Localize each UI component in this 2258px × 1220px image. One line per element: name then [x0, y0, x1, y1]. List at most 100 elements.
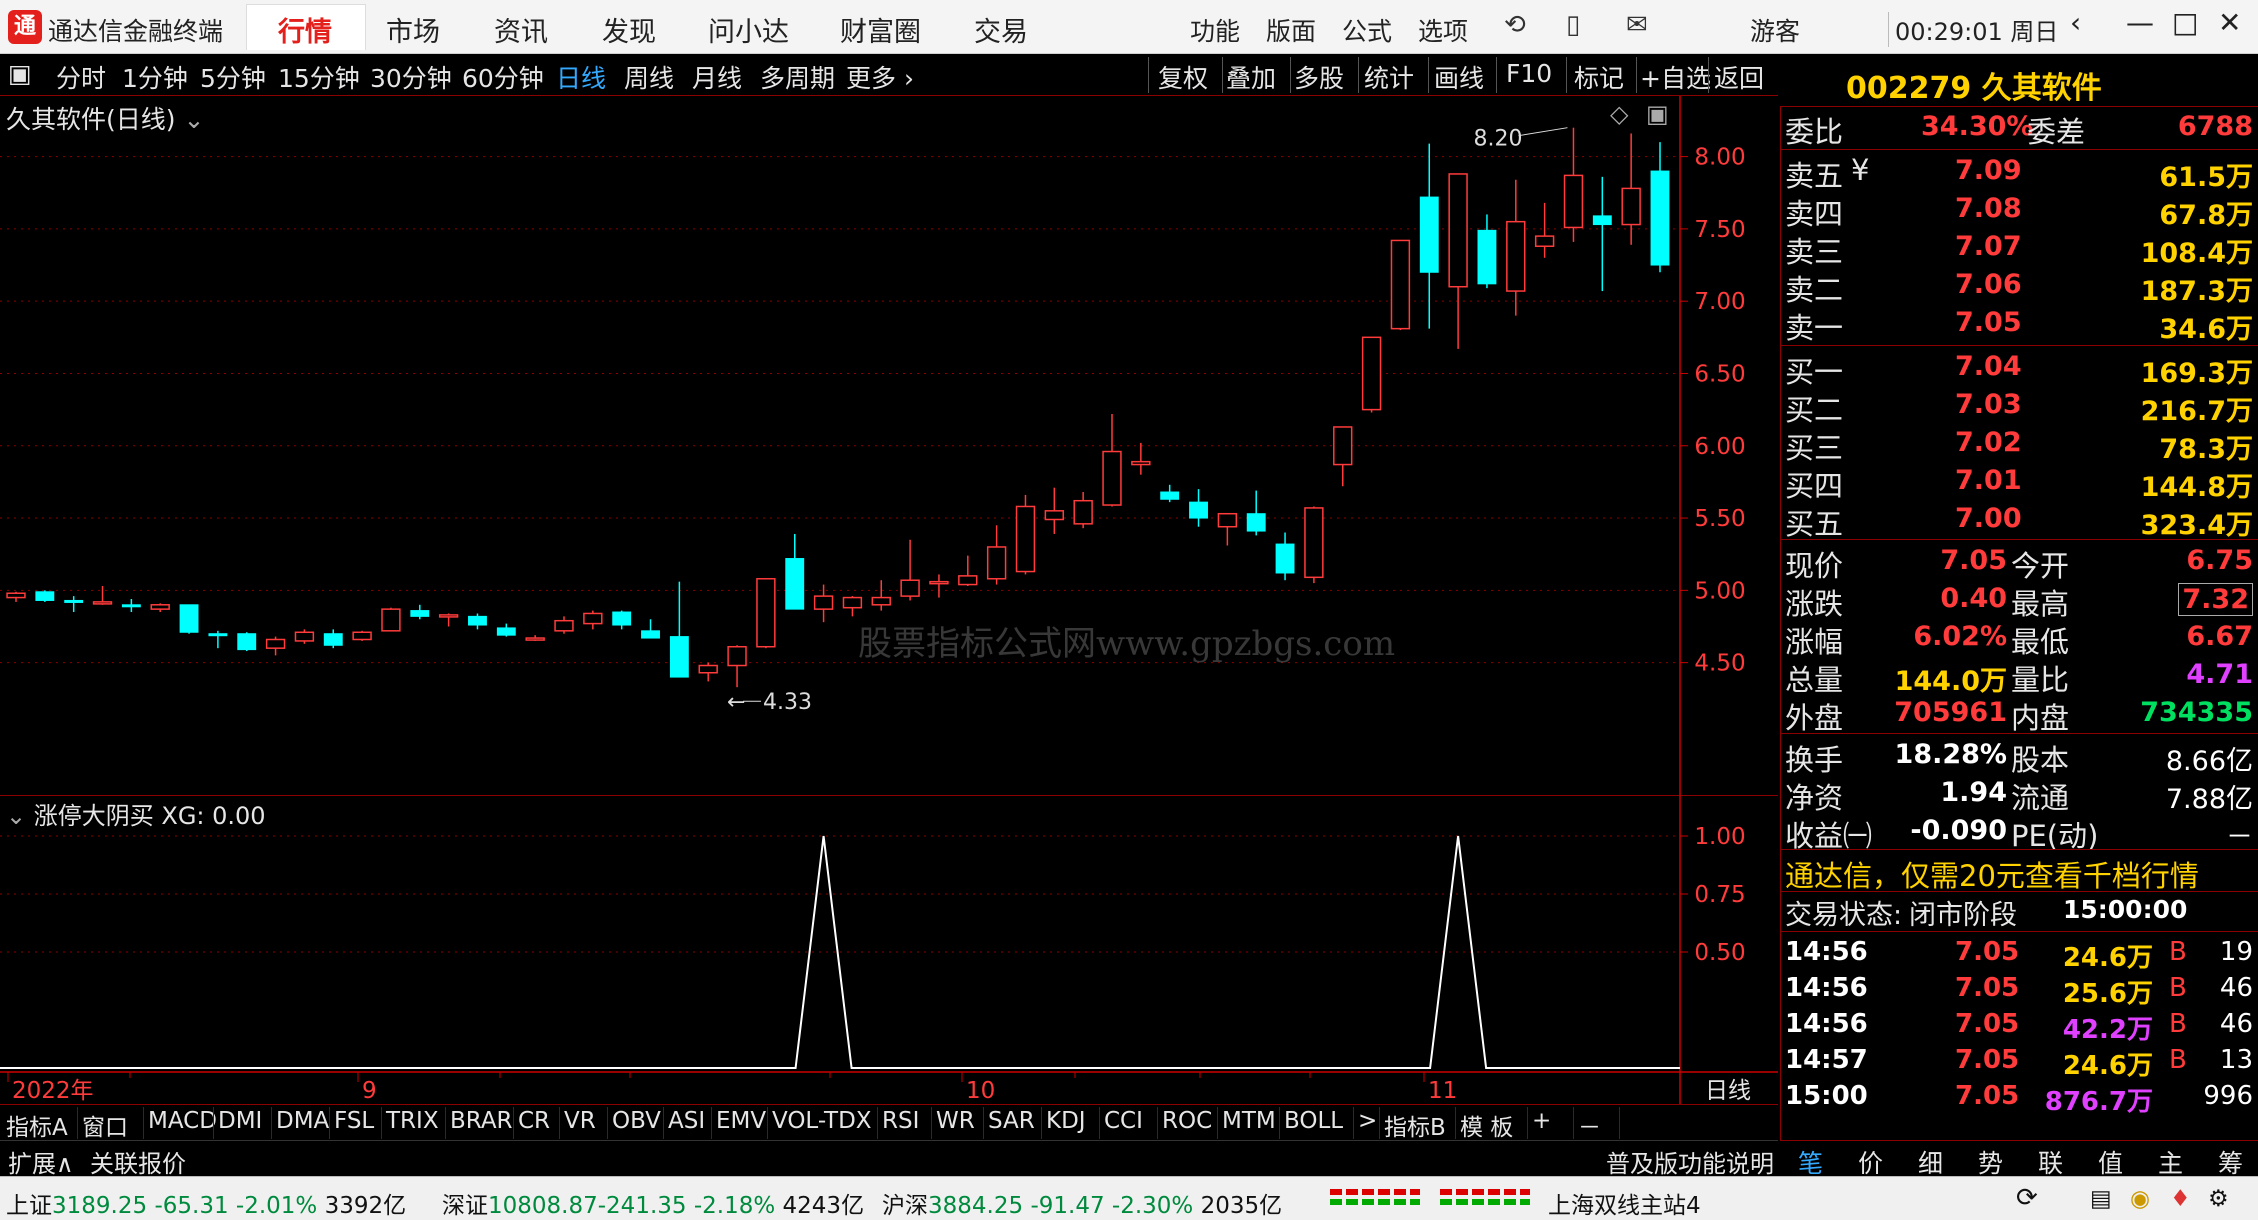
- indicator-tab-13[interactable]: VOL-TDX: [772, 1108, 872, 1134]
- menu-banmian[interactable]: 版面: [1266, 12, 1316, 48]
- menu-jiaoyi[interactable]: 交易: [974, 10, 1028, 49]
- menu-hangqing[interactable]: 行情: [278, 10, 332, 49]
- indicator-tab-2[interactable]: MACD: [148, 1108, 217, 1134]
- phone-icon[interactable]: ▯: [1566, 10, 1580, 40]
- right-tab-2[interactable]: 细: [1918, 1144, 1943, 1180]
- right-tab-5[interactable]: 值: [2098, 1144, 2123, 1180]
- right-tab-6[interactable]: 主: [2158, 1144, 2183, 1180]
- period-monthly[interactable]: 月线: [692, 59, 742, 95]
- tool-tongji[interactable]: 统计: [1364, 59, 1414, 95]
- indicator-tab-26[interactable]: －: [1578, 1108, 1601, 1142]
- refresh-icon[interactable]: ⟲: [1504, 10, 1526, 40]
- close-icon[interactable]: ✕: [2218, 6, 2241, 39]
- bid-price[interactable]: 7.04: [1955, 351, 2022, 382]
- period-1min[interactable]: 1分钟: [122, 59, 188, 95]
- indicator-tab-11[interactable]: ASI: [668, 1108, 705, 1134]
- promo-link[interactable]: 通达信，仅需20元查看千档行情: [1785, 853, 2199, 895]
- indicator-tab-14[interactable]: RSI: [882, 1108, 919, 1134]
- menu-zixun[interactable]: 资讯: [494, 10, 548, 49]
- sync-icon[interactable]: ⟳: [2016, 1183, 2038, 1213]
- alert-icon[interactable]: ♦: [2170, 1186, 2191, 1212]
- bid-price[interactable]: 7.00: [1955, 503, 2022, 534]
- indicator-tab-21[interactable]: BOLL: [1284, 1108, 1343, 1134]
- tool-f10[interactable]: F10: [1506, 59, 1552, 88]
- indicator-tab-9[interactable]: VR: [564, 1108, 596, 1134]
- tool-diejia[interactable]: 叠加: [1226, 59, 1276, 95]
- menu-gongneng[interactable]: 功能: [1190, 12, 1240, 48]
- indicator-tab-16[interactable]: SAR: [988, 1108, 1035, 1134]
- indicator-tab-19[interactable]: ROC: [1162, 1108, 1212, 1134]
- menu-wenxiaoda[interactable]: 问小达: [708, 10, 789, 49]
- panel-toggle-icon[interactable]: ▣: [8, 59, 32, 88]
- period-multi[interactable]: 多周期: [760, 59, 835, 95]
- message-icon[interactable]: ✉: [1626, 10, 1648, 40]
- tool-add-watch[interactable]: +自选: [1640, 59, 1711, 95]
- indicator-tab-15[interactable]: WR: [936, 1108, 975, 1134]
- menu-shichang[interactable]: 市场: [386, 10, 440, 49]
- indicator-tab-12[interactable]: EMV: [716, 1108, 766, 1134]
- related-quote-button[interactable]: 关联报价: [90, 1144, 186, 1179]
- ask-price[interactable]: 7.08: [1955, 193, 2022, 224]
- right-tab-1[interactable]: 价: [1858, 1144, 1883, 1180]
- ask-price[interactable]: 7.05: [1955, 307, 2022, 338]
- tool-back[interactable]: 返回: [1714, 59, 1764, 95]
- hs-index[interactable]: 沪深3884.25 -91.47 -2.30% 2035亿: [882, 1186, 1282, 1220]
- indicator-tab-20[interactable]: MTM: [1222, 1108, 1276, 1134]
- user-label[interactable]: 游客: [1750, 12, 1800, 48]
- sh-index[interactable]: 上证3189.25 -65.31 -2.01% 3392亿: [6, 1186, 406, 1220]
- indicator-tab-7[interactable]: BRAR: [450, 1108, 513, 1134]
- indicator-tab-1[interactable]: 窗口: [82, 1108, 128, 1142]
- period-60min[interactable]: 60分钟: [462, 59, 544, 95]
- coin-icon[interactable]: ◉: [2130, 1186, 2150, 1212]
- indicator-tab-3[interactable]: DMI: [218, 1108, 262, 1134]
- ask-price[interactable]: 7.06: [1955, 269, 2022, 300]
- indicator-chart[interactable]: ⌄ 涨停大阴买 XG: 0.00 1.00 0.75 0.50 2022年 9 10 11 日…: [0, 796, 1778, 1104]
- right-tab-4[interactable]: 联: [2038, 1144, 2063, 1180]
- period-15min[interactable]: 15分钟: [278, 59, 360, 95]
- indicator-tab-10[interactable]: OBV: [612, 1108, 661, 1134]
- help-link[interactable]: 普及版功能说明: [1606, 1144, 1774, 1179]
- indicator-tab-0[interactable]: 指标A: [6, 1108, 68, 1142]
- tool-duogu[interactable]: 多股: [1294, 59, 1344, 95]
- tool-biaoji[interactable]: 标记: [1574, 59, 1624, 95]
- indicator-tab-23[interactable]: 指标B: [1384, 1108, 1446, 1142]
- period-weekly[interactable]: 周线: [624, 59, 674, 95]
- period-5min[interactable]: 5分钟: [200, 59, 266, 95]
- settings-icon[interactable]: ⚙: [2208, 1186, 2229, 1212]
- indicator-tab-17[interactable]: KDJ: [1046, 1108, 1086, 1134]
- tool-fuquan[interactable]: 复权: [1158, 59, 1208, 95]
- right-tab-7[interactable]: 筹: [2218, 1144, 2243, 1180]
- server-name[interactable]: 上海双线主站4: [1548, 1186, 1701, 1220]
- bid-price[interactable]: 7.01: [1955, 465, 2022, 496]
- ask-price[interactable]: 7.07: [1955, 231, 2022, 262]
- period-fenshi[interactable]: 分时: [56, 59, 106, 95]
- menu-caifuquan[interactable]: 财富圈: [840, 10, 921, 49]
- right-tab-0[interactable]: 笔: [1798, 1144, 1823, 1180]
- indicator-tab-24[interactable]: 模 板: [1460, 1108, 1513, 1142]
- menu-faxian[interactable]: 发现: [602, 10, 656, 49]
- calendar-icon[interactable]: ▤: [2090, 1186, 2112, 1212]
- ask-price[interactable]: 7.09: [1955, 155, 2022, 186]
- indicator-tab-5[interactable]: FSL: [334, 1108, 374, 1134]
- period-more[interactable]: 更多 ›: [846, 59, 914, 95]
- tool-huaxian[interactable]: 画线: [1434, 59, 1484, 95]
- indicator-tab-25[interactable]: +: [1532, 1108, 1551, 1134]
- kline-chart[interactable]: 久其软件(日线) ⌄ ◇ ▣ 8.00 7.50 7.00 6.50 6.00 5.50 5…: [0, 96, 1778, 796]
- indicator-tab-18[interactable]: CCI: [1104, 1108, 1143, 1134]
- right-tab-3[interactable]: 势: [1978, 1144, 2003, 1180]
- period-daily[interactable]: 日线: [556, 59, 606, 95]
- sz-index[interactable]: 深证10808.87-241.35 -2.18% 4243亿: [442, 1186, 864, 1220]
- menu-gongshi[interactable]: 公式: [1342, 12, 1392, 48]
- maximize-icon[interactable]: □: [2172, 6, 2198, 39]
- period-30min[interactable]: 30分钟: [370, 59, 452, 95]
- expand-button[interactable]: 扩展∧: [8, 1144, 74, 1179]
- bid-price[interactable]: 7.03: [1955, 389, 2022, 420]
- menu-xuanxiang[interactable]: 选项: [1418, 12, 1468, 48]
- indicator-tab-22[interactable]: >: [1358, 1108, 1377, 1134]
- indicator-tab-4[interactable]: DMA: [276, 1108, 329, 1134]
- bid-price[interactable]: 7.02: [1955, 427, 2022, 458]
- back-icon[interactable]: ‹: [2070, 6, 2081, 39]
- indicator-tab-6[interactable]: TRIX: [386, 1108, 439, 1134]
- indicator-tab-8[interactable]: CR: [518, 1108, 550, 1134]
- minimize-icon[interactable]: —: [2126, 6, 2154, 39]
